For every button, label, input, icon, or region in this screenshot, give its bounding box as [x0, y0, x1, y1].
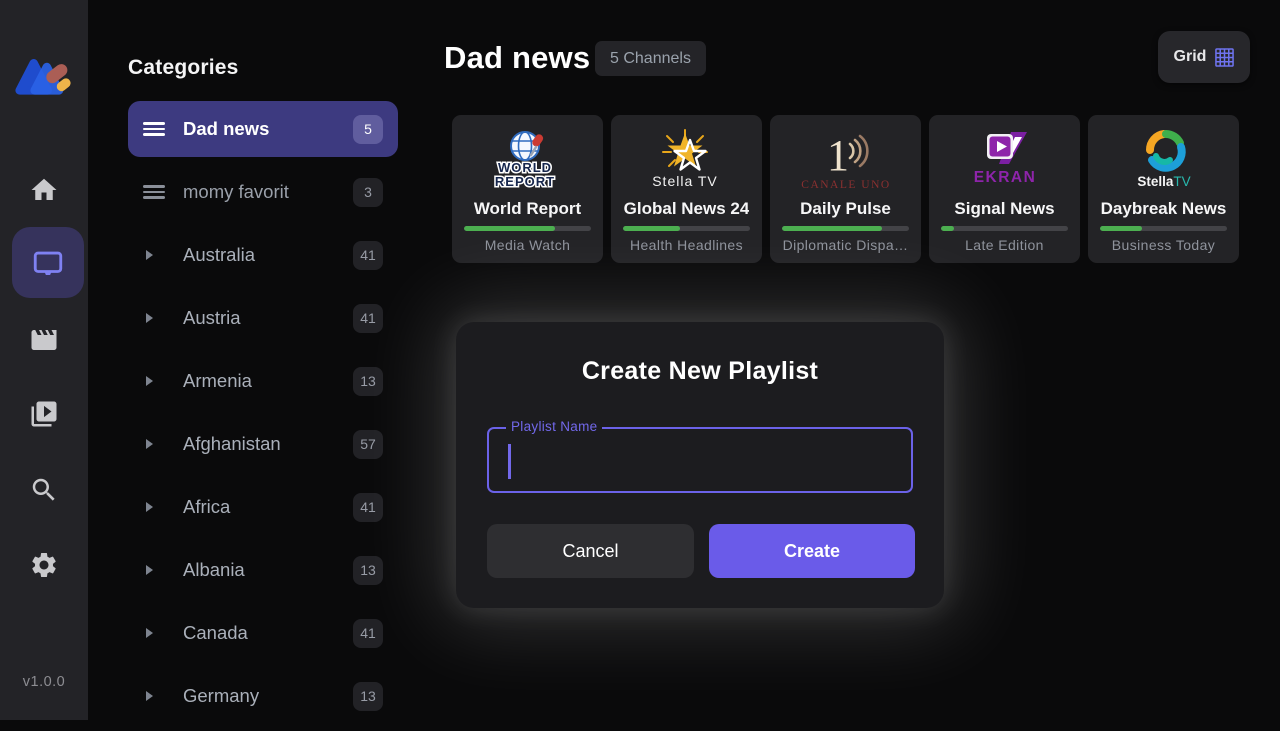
category-item-albania[interactable]: Albania 13: [128, 542, 398, 598]
playlist-name-label: Playlist Name: [506, 419, 602, 434]
category-label: Armenia: [183, 370, 353, 392]
arrow-right-icon: [143, 691, 169, 701]
channel-subtitle: Late Edition: [965, 237, 1044, 253]
channel-card-world-report[interactable]: WORLD REPORT World Report Media Watch: [452, 115, 603, 263]
svg-text:REPORT: REPORT: [494, 174, 554, 189]
video-library-icon[interactable]: [24, 394, 64, 434]
svg-text:CANALE UNO: CANALE UNO: [801, 179, 890, 191]
channel-card-signal-news[interactable]: EKRAN Signal News Late Edition: [929, 115, 1080, 263]
arrow-right-icon: [143, 250, 169, 260]
channel-progress-bar: [464, 226, 591, 231]
category-item-momy-favorit[interactable]: momy favorit 3: [128, 164, 398, 220]
channel-name: Signal News: [954, 199, 1054, 219]
svg-text:1: 1: [827, 131, 849, 180]
category-count-badge: 57: [353, 430, 383, 459]
category-item-australia[interactable]: Australia 41: [128, 227, 398, 283]
category-item-canada[interactable]: Canada 41: [128, 605, 398, 661]
cancel-button[interactable]: Cancel: [487, 524, 694, 578]
app-logo: [14, 52, 74, 100]
create-playlist-modal: Create New Playlist Playlist Name Cancel…: [456, 322, 944, 608]
category-label: Germany: [183, 685, 353, 707]
text-caret: [508, 444, 511, 479]
modal-title: Create New Playlist: [456, 357, 944, 386]
grid-icon: [1215, 48, 1234, 67]
create-button[interactable]: Create: [709, 524, 915, 578]
channel-card-daybreak-news[interactable]: StellaTV Daybreak News Business Today: [1088, 115, 1239, 263]
category-count-badge: 41: [353, 493, 383, 522]
category-label: Australia: [183, 244, 353, 266]
category-count-badge: 41: [353, 619, 383, 648]
drag-handle-icon: [143, 119, 169, 140]
canale-uno-logo-icon: 1 CANALE UNO: [786, 128, 906, 194]
category-item-afghanistan[interactable]: Afghanistan 57: [128, 416, 398, 472]
category-label: Austria: [183, 307, 353, 329]
svg-text:StellaTV: StellaTV: [1137, 174, 1190, 189]
channel-count-badge: 5 Channels: [595, 41, 706, 76]
category-item-austria[interactable]: Austria 41: [128, 290, 398, 346]
category-label: Afghanistan: [183, 433, 353, 455]
world-report-logo-icon: WORLD REPORT: [468, 128, 588, 194]
channel-card-daily-pulse[interactable]: 1 CANALE UNO Daily Pulse Diplomatic Disp…: [770, 115, 921, 263]
category-item-germany[interactable]: Germany 13: [128, 668, 398, 724]
category-label: Dad news: [183, 118, 353, 140]
arrow-right-icon: [143, 376, 169, 386]
stella-tv-star-logo-icon: Stella TV: [627, 128, 747, 194]
category-item-armenia[interactable]: Armenia 13: [128, 353, 398, 409]
category-item-dad-news[interactable]: Dad news 5: [128, 101, 398, 157]
ekran-logo-icon: EKRAN: [945, 128, 1065, 194]
channel-progress-bar: [782, 226, 909, 231]
channel-subtitle: Business Today: [1112, 237, 1215, 253]
channel-grid: WORLD REPORT World Report Media Watch St…: [452, 115, 1239, 263]
category-label: Albania: [183, 559, 353, 581]
channel-name: Daybreak News: [1101, 199, 1227, 219]
live-tv-icon[interactable]: [12, 227, 84, 298]
category-count-badge: 5: [353, 115, 383, 144]
channel-progress-bar: [623, 226, 750, 231]
arrow-right-icon: [143, 439, 169, 449]
page-title: Dad news: [444, 40, 590, 76]
app-version: v1.0.0: [0, 674, 88, 690]
channel-subtitle: Diplomatic Dispa…: [783, 237, 909, 253]
settings-icon[interactable]: [24, 545, 64, 585]
category-count-badge: 13: [353, 682, 383, 711]
svg-text:Stella TV: Stella TV: [652, 173, 718, 189]
categories-panel: Categories Dad news 5 momy favorit 3 Aus…: [88, 0, 440, 720]
svg-text:EKRAN: EKRAN: [973, 169, 1036, 186]
channel-progress-bar: [941, 226, 1068, 231]
movies-icon[interactable]: [24, 320, 64, 360]
drag-handle-icon: [143, 182, 169, 203]
playlist-name-field[interactable]: Playlist Name: [487, 427, 913, 493]
stella-tv-swirl-logo-icon: StellaTV: [1104, 128, 1224, 194]
categories-list: Dad news 5 momy favorit 3 Australia 41 A…: [128, 101, 398, 731]
arrow-right-icon: [143, 628, 169, 638]
arrow-right-icon: [143, 565, 169, 575]
category-count-badge: 13: [353, 556, 383, 585]
sidebar-rail: v1.0.0: [0, 0, 88, 720]
channel-name: Daily Pulse: [800, 199, 891, 219]
category-label: Africa: [183, 496, 353, 518]
home-icon[interactable]: [24, 170, 64, 210]
category-label: Canada: [183, 622, 353, 644]
channel-card-global-news-24[interactable]: Stella TV Global News 24 Health Headline…: [611, 115, 762, 263]
search-icon[interactable]: [24, 470, 64, 510]
channel-subtitle: Media Watch: [485, 237, 571, 253]
category-label: momy favorit: [183, 181, 353, 203]
arrow-right-icon: [143, 313, 169, 323]
category-count-badge: 41: [353, 304, 383, 333]
channel-name: World Report: [474, 199, 581, 219]
grid-view-button[interactable]: Grid: [1158, 31, 1250, 83]
svg-text:WORLD: WORLD: [497, 160, 551, 175]
category-count-badge: 13: [353, 367, 383, 396]
playlist-name-input[interactable]: [489, 429, 911, 491]
channel-progress-bar: [1100, 226, 1227, 231]
categories-heading: Categories: [128, 56, 239, 80]
category-item-africa[interactable]: Africa 41: [128, 479, 398, 535]
channel-name: Global News 24: [624, 199, 750, 219]
channel-subtitle: Health Headlines: [630, 237, 743, 253]
arrow-right-icon: [143, 502, 169, 512]
category-count-badge: 41: [353, 241, 383, 270]
category-count-badge: 3: [353, 178, 383, 207]
grid-button-label: Grid: [1174, 48, 1207, 66]
